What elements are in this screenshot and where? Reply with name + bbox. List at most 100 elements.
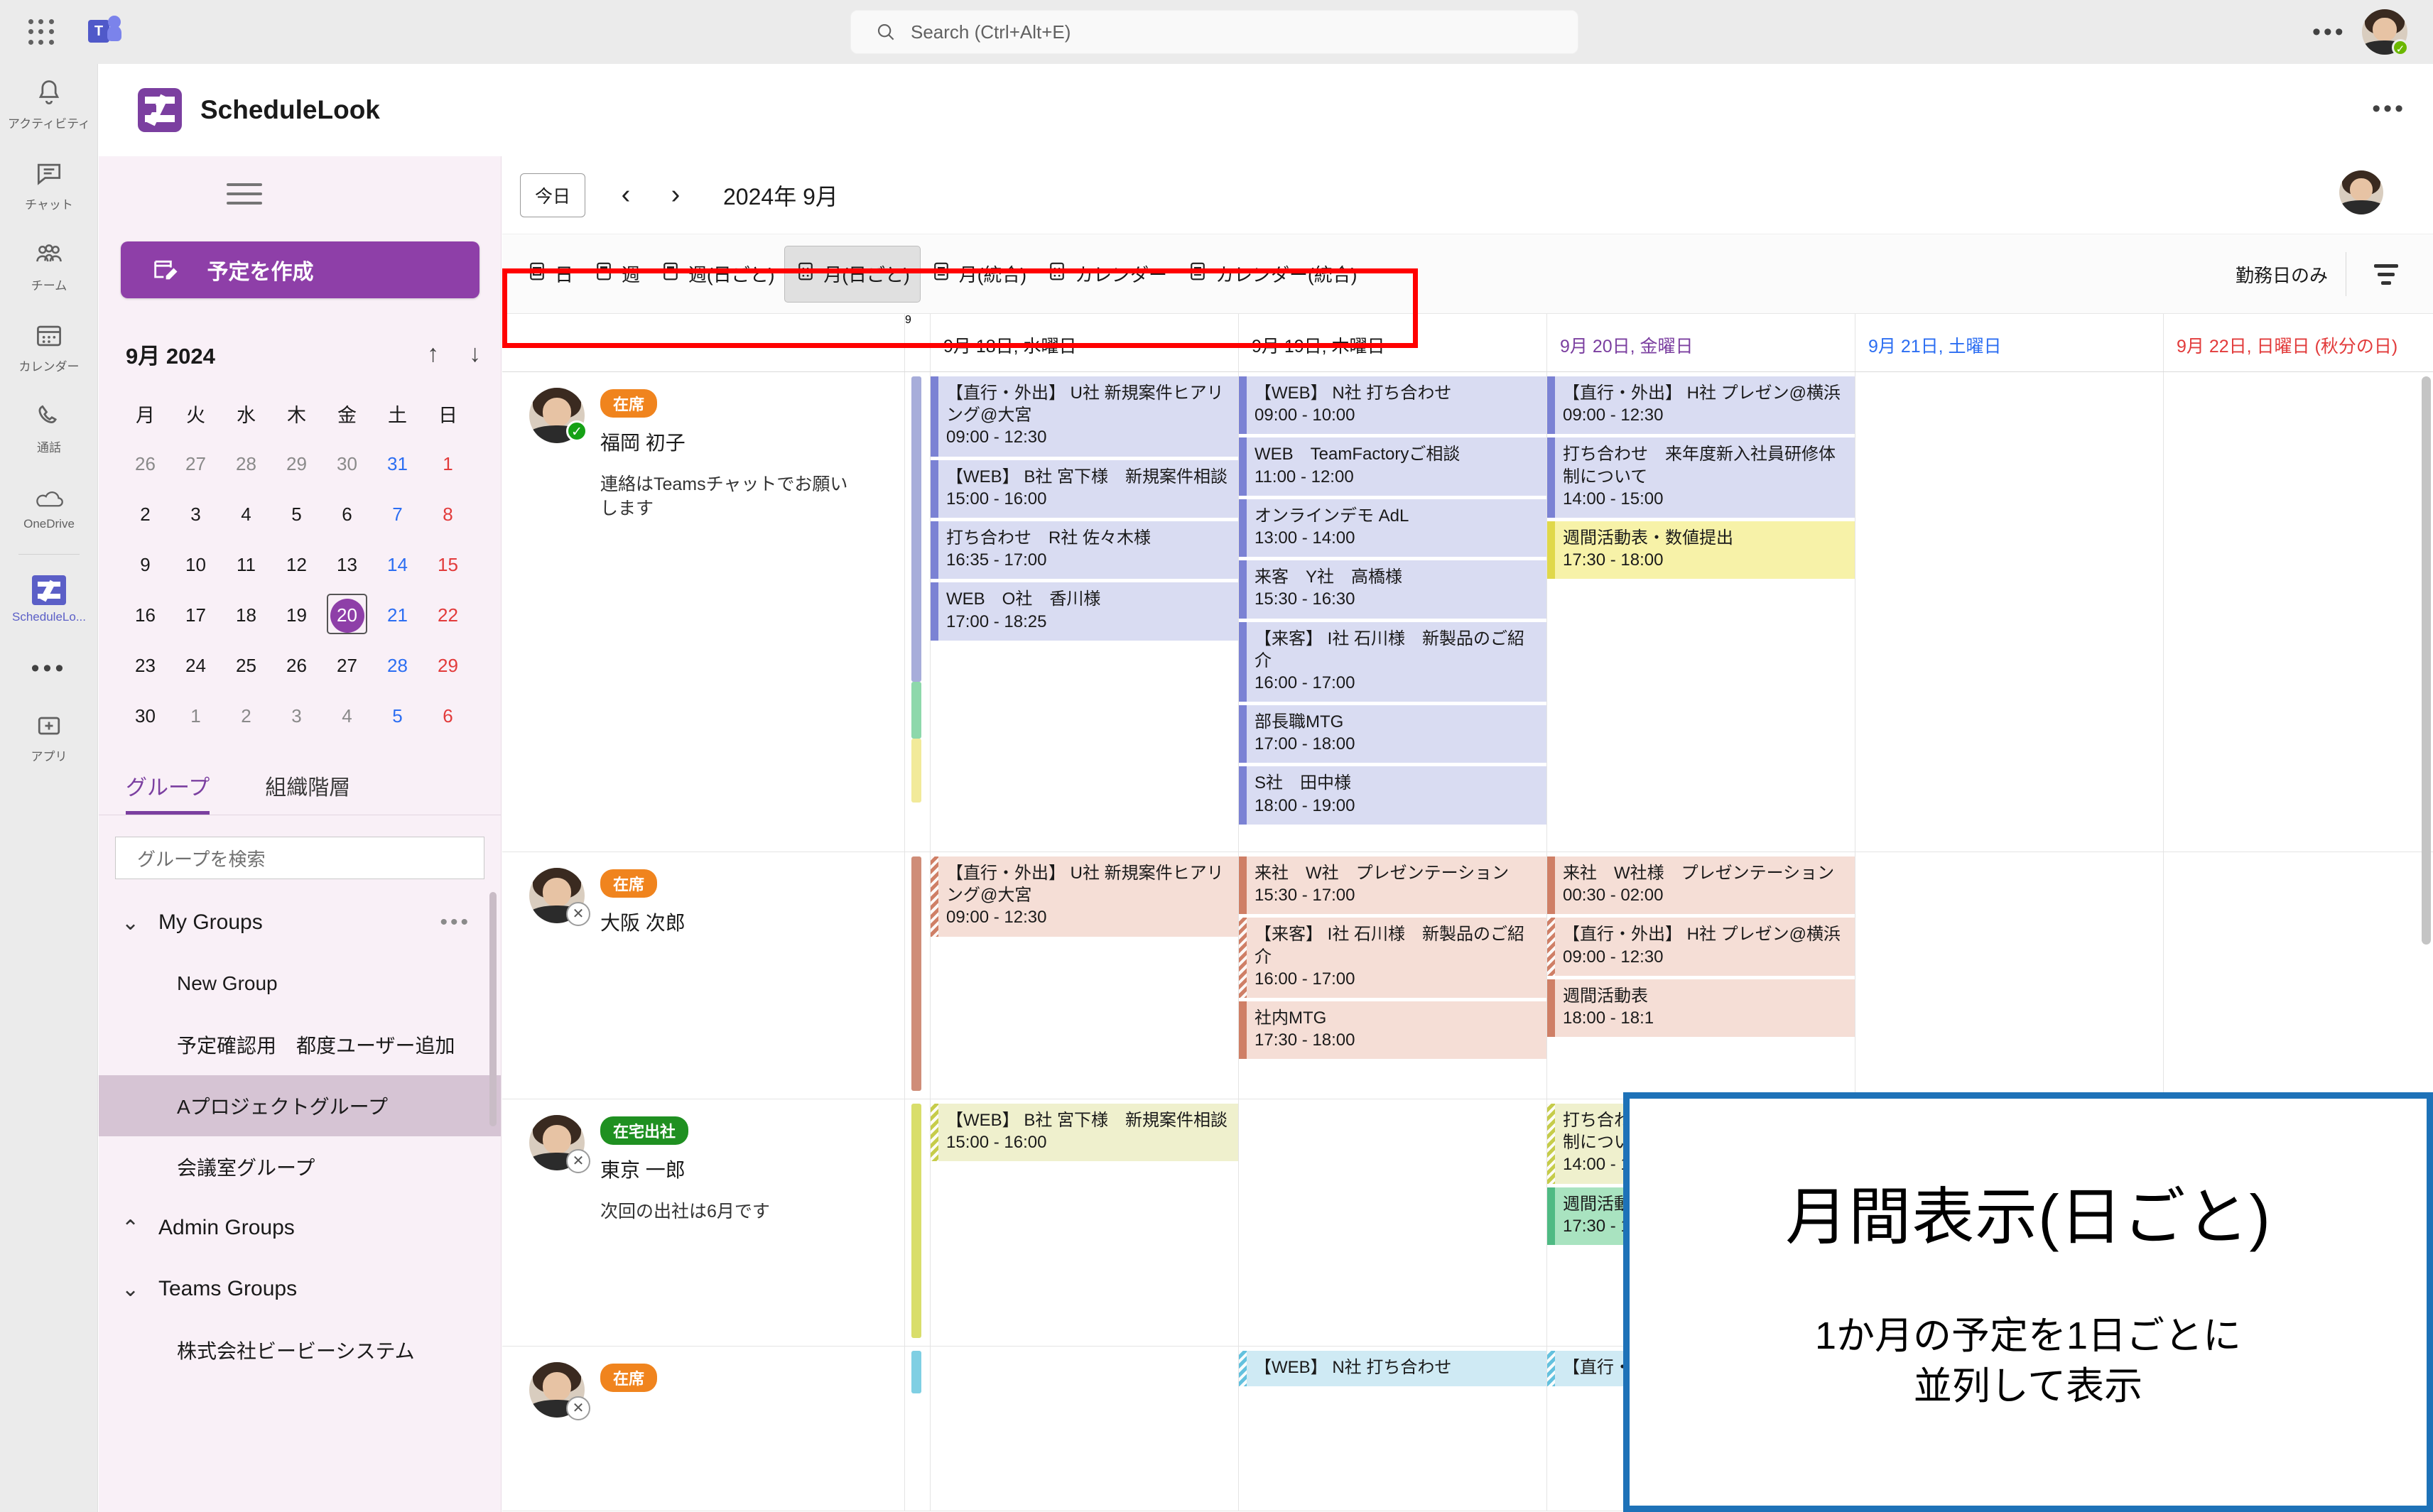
event-block[interactable]: 【WEB】 N社 打ち合わせ xyxy=(1239,1351,1546,1386)
avatar[interactable]: ✕ xyxy=(529,868,585,923)
mini-calendar-day[interactable]: 2 xyxy=(120,489,170,540)
day-cell[interactable]: 【WEB】 N社 打ち合わせ xyxy=(1239,1347,1547,1511)
mini-calendar-day[interactable]: 22 xyxy=(423,590,473,641)
mini-calendar-day[interactable]: 28 xyxy=(221,439,271,489)
avatar[interactable]: ✓ xyxy=(529,388,585,443)
mini-calendar-day[interactable]: 17 xyxy=(170,590,221,641)
grid-scrollbar[interactable] xyxy=(2422,376,2431,945)
event-strip[interactable] xyxy=(911,376,921,682)
mini-calendar-day[interactable]: 6 xyxy=(322,489,372,540)
mini-calendar-day[interactable]: 16 xyxy=(120,590,170,641)
group-section-more-button[interactable]: ••• xyxy=(440,910,471,935)
day-cell[interactable] xyxy=(2164,852,2433,1099)
mini-calendar-day[interactable]: 9 xyxy=(120,540,170,590)
mini-calendar-day[interactable]: 27 xyxy=(170,439,221,489)
mini-calendar-day[interactable]: 13 xyxy=(322,540,372,590)
event-block[interactable]: 週間活動表18:00 - 18:1 xyxy=(1547,979,1855,1037)
day-cell[interactable]: 【WEB】 B社 宮下様 新規案件相談15:00 - 16:00 xyxy=(931,1099,1239,1346)
sidebar-item-activity[interactable]: アクティビティ xyxy=(0,64,98,145)
mini-calendar-day[interactable]: 7 xyxy=(372,489,423,540)
mini-calendar-day[interactable]: 15 xyxy=(423,540,473,590)
teams-logo-icon[interactable]: T xyxy=(88,16,121,48)
view-mode-4[interactable]: 月(統合) xyxy=(921,246,1036,303)
list-item[interactable]: New Group xyxy=(99,953,501,1014)
event-block[interactable]: オンラインデモ AdL13:00 - 14:00 xyxy=(1239,499,1546,557)
mini-calendar-day[interactable]: 30 xyxy=(322,439,372,489)
event-strip[interactable] xyxy=(911,682,921,739)
event-block[interactable]: 【直行・外出】 U社 新規案件ヒアリング@大宮09:00 - 12:30 xyxy=(931,376,1238,457)
list-item[interactable]: 会議室グループ xyxy=(99,1136,501,1197)
mini-calendar-day[interactable]: 25 xyxy=(221,641,271,691)
avatar[interactable]: ✕ xyxy=(529,1362,585,1418)
global-search-input[interactable]: Search (Ctrl+Alt+E) xyxy=(850,10,1578,54)
sidebar-item-calls[interactable]: 通話 xyxy=(0,388,98,469)
mini-calendar-day[interactable]: 5 xyxy=(271,489,322,540)
mini-calendar-day[interactable]: 29 xyxy=(271,439,322,489)
mini-calendar-day[interactable]: 26 xyxy=(271,641,322,691)
day-cell[interactable] xyxy=(1239,1099,1547,1346)
sidebar-item-chat[interactable]: チャット xyxy=(0,145,98,226)
tab-groups[interactable]: グループ xyxy=(126,770,210,815)
mini-calendar-down-arrow[interactable]: ↓ xyxy=(469,340,481,368)
view-mode-6[interactable]: カレンダー(統合) xyxy=(1177,246,1367,303)
group-section-header[interactable]: ⌄Teams Groups xyxy=(99,1258,501,1320)
mini-calendar-up-arrow[interactable]: ↑ xyxy=(427,340,439,368)
mini-calendar-day[interactable]: 6 xyxy=(423,691,473,741)
mini-calendar-day[interactable]: 3 xyxy=(170,489,221,540)
sidebar-item-apps[interactable]: アプリ xyxy=(0,697,98,778)
rail-more-button[interactable]: ••• xyxy=(0,640,98,697)
hamburger-icon[interactable] xyxy=(227,183,262,207)
day-cell[interactable] xyxy=(2164,372,2433,852)
prev-period-button[interactable]: ‹ xyxy=(601,170,651,220)
event-block[interactable]: 【WEB】 B社 宮下様 新規案件相談15:00 - 16:00 xyxy=(931,460,1238,518)
tab-org-hierarchy[interactable]: 組織階層 xyxy=(265,770,350,815)
event-strip[interactable] xyxy=(911,1351,921,1393)
mini-calendar-day[interactable]: 14 xyxy=(372,540,423,590)
mini-calendar-day[interactable]: 23 xyxy=(120,641,170,691)
workdays-only-toggle[interactable]: 勤務日のみ xyxy=(2236,261,2328,288)
mini-calendar-day[interactable]: 10 xyxy=(170,540,221,590)
event-block[interactable]: 部長職MTG17:00 - 18:00 xyxy=(1239,705,1546,763)
day-cell[interactable]: 【直行・外出】 H社 プレゼン@横浜09:00 - 12:30打ち合わせ 来年度… xyxy=(1547,372,1855,852)
event-block[interactable]: 【WEB】 B社 宮下様 新規案件相談15:00 - 16:00 xyxy=(931,1104,1238,1161)
event-strip[interactable] xyxy=(911,1104,921,1338)
view-mode-2[interactable]: 週(日ごと) xyxy=(650,246,784,303)
mini-calendar-day[interactable]: 8 xyxy=(423,489,473,540)
day-cell[interactable] xyxy=(1855,372,2164,852)
mini-calendar-day[interactable]: 24 xyxy=(170,641,221,691)
topbar-more-button[interactable]: ••• xyxy=(2312,18,2346,46)
event-block[interactable]: 【来客】 I社 石川様 新製品のご紹介16:00 - 17:00 xyxy=(1239,918,1546,998)
sidebar-item-calendar[interactable]: カレンダー xyxy=(0,307,98,388)
avatar[interactable]: ✕ xyxy=(529,1115,585,1170)
day-cell[interactable] xyxy=(1855,852,2164,1099)
app-launcher-icon[interactable] xyxy=(21,12,61,52)
app-more-button[interactable]: ••• xyxy=(2372,95,2406,123)
event-block[interactable]: 【来客】 I社 石川様 新製品のご紹介16:00 - 17:00 xyxy=(1239,622,1546,702)
event-block[interactable]: 社内MTG17:30 - 18:00 xyxy=(1239,1001,1546,1059)
sidebar-item-onedrive[interactable]: OneDrive xyxy=(0,469,98,550)
mini-calendar-day[interactable]: 12 xyxy=(271,540,322,590)
list-item[interactable]: 予定確認用 都度ユーザー追加 xyxy=(99,1014,501,1075)
mini-calendar-day[interactable]: 30 xyxy=(120,691,170,741)
event-block[interactable]: 来社 W社 プレゼンテーション15:30 - 17:00 xyxy=(1239,856,1546,914)
mini-calendar-day[interactable]: 1 xyxy=(170,691,221,741)
event-block[interactable]: WEB TeamFactoryご相談11:00 - 12:00 xyxy=(1239,437,1546,495)
day-cell[interactable]: 来社 W社様 プレゼンテーション00:30 - 02:00【直行・外出】 H社 … xyxy=(1547,852,1855,1099)
event-block[interactable]: 【直行・外出】 U社 新規案件ヒアリング@大宮09:00 - 12:30 xyxy=(931,856,1238,937)
sidebar-scrollbar[interactable] xyxy=(489,892,497,1126)
event-block[interactable]: 来社 W社様 プレゼンテーション00:30 - 02:00 xyxy=(1547,856,1855,914)
mini-calendar-day[interactable]: 18 xyxy=(221,590,271,641)
mini-calendar-day[interactable]: 4 xyxy=(322,691,372,741)
day-cell[interactable]: 【WEB】 N社 打ち合わせ09:00 - 10:00WEB TeamFacto… xyxy=(1239,372,1547,852)
event-block[interactable]: 来客 Y社 高橋様15:30 - 16:30 xyxy=(1239,560,1546,618)
filter-icon[interactable] xyxy=(2366,256,2406,293)
day-cell[interactable]: 【直行・外出】 U社 新規案件ヒアリング@大宮09:00 - 12:30 xyxy=(931,852,1239,1099)
mini-calendar-day[interactable]: 19 xyxy=(271,590,322,641)
event-strip[interactable] xyxy=(911,739,921,803)
event-block[interactable]: 打ち合わせ R社 佐々木様16:35 - 17:00 xyxy=(931,521,1238,579)
mini-calendar-day[interactable]: 11 xyxy=(221,540,271,590)
view-mode-5[interactable]: カレンダー xyxy=(1036,246,1177,303)
mini-calendar-day[interactable]: 27 xyxy=(322,641,372,691)
day-cell[interactable]: 来社 W社 プレゼンテーション15:30 - 17:00【来客】 I社 石川様 … xyxy=(1239,852,1547,1099)
event-block[interactable]: WEB O社 香川様17:00 - 18:25 xyxy=(931,582,1238,640)
